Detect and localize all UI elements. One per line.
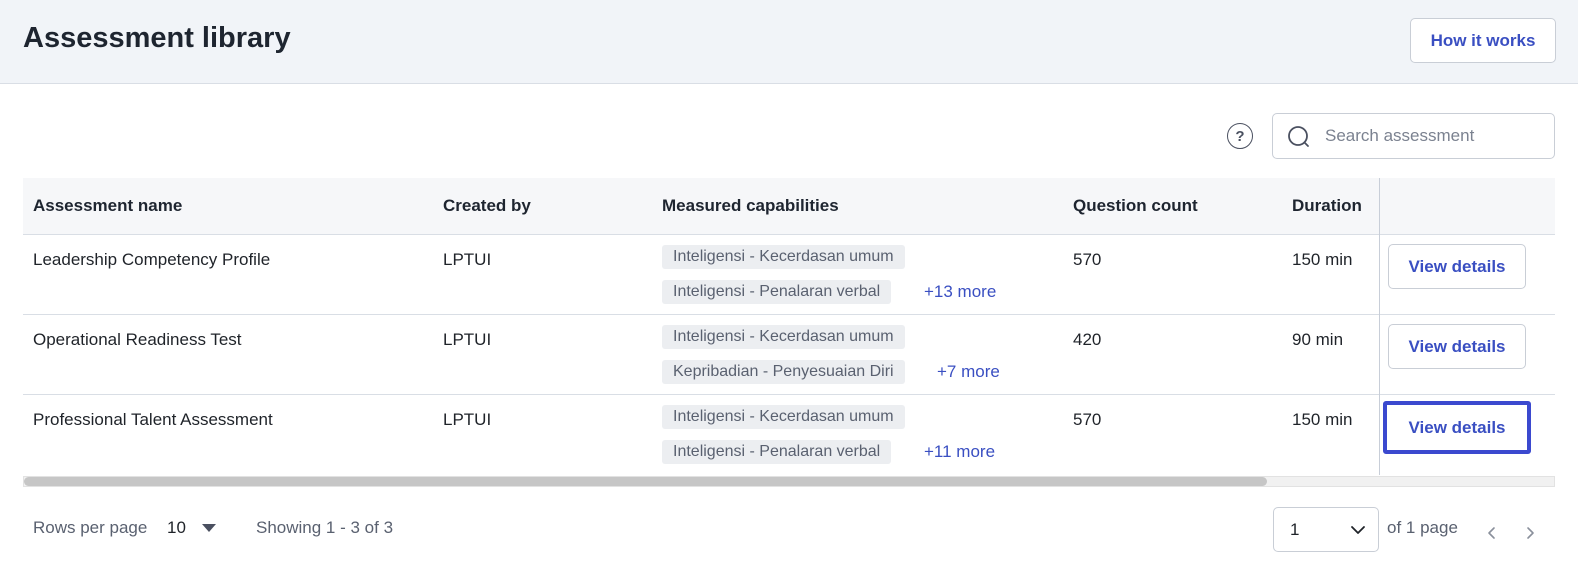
- capability-chip: Inteligensi - Kecerdasan umum: [662, 405, 905, 429]
- created-by: LPTUI: [443, 250, 492, 269]
- page-select[interactable]: 1: [1273, 507, 1379, 552]
- table-row: Leadership Competency Profile LPTUI Inte…: [23, 235, 1555, 315]
- page-select-value: 1: [1290, 520, 1300, 539]
- capability-chip: Inteligensi - Kecerdasan umum: [662, 245, 905, 269]
- chevron-down-icon: [1351, 526, 1365, 534]
- search-input[interactable]: [1325, 114, 1545, 158]
- search-icon: [1288, 126, 1309, 147]
- column-header-created-by: Created by: [443, 196, 531, 215]
- actions-column-divider: [1379, 178, 1555, 475]
- column-header-capabilities: Measured capabilities: [662, 196, 839, 215]
- column-header-name: Assessment name: [33, 196, 183, 215]
- created-by: LPTUI: [443, 410, 492, 429]
- assessment-name: Operational Readiness Test: [33, 330, 242, 349]
- table-row: Operational Readiness Test LPTUI Intelig…: [23, 315, 1555, 395]
- question-count: 420: [1073, 330, 1102, 349]
- column-header-duration: Duration: [1292, 196, 1362, 215]
- more-capabilities-link[interactable]: +11 more: [924, 442, 995, 462]
- question-count: 570: [1073, 250, 1102, 269]
- question-count: 570: [1073, 410, 1102, 429]
- table-row: Professional Talent Assessment LPTUI Int…: [23, 395, 1555, 475]
- horizontal-scrollbar[interactable]: [23, 476, 1555, 487]
- page-header: Assessment library How it works: [0, 0, 1578, 84]
- duration: 90 min: [1292, 330, 1344, 349]
- capability-chip: Inteligensi - Kecerdasan umum: [662, 325, 905, 349]
- capability-chip: Inteligensi - Penalaran verbal: [662, 440, 892, 464]
- showing-range: Showing 1 - 3 of 3: [256, 518, 394, 537]
- page-count-text: of 1 page: [1387, 518, 1458, 537]
- assessment-name: Professional Talent Assessment: [33, 410, 273, 429]
- capability-chip: Inteligensi - Penalaran verbal: [662, 280, 892, 304]
- created-by: LPTUI: [443, 330, 492, 349]
- rows-per-page-label: Rows per page: [33, 518, 148, 537]
- scrollbar-thumb[interactable]: [24, 477, 1267, 486]
- help-circle-icon[interactable]: ?: [1227, 123, 1253, 149]
- table-header: Assessment name Created by Measured capa…: [23, 178, 1555, 235]
- assessment-table: Assessment name Created by Measured capa…: [23, 178, 1555, 478]
- rows-per-page-select[interactable]: 10: [167, 518, 186, 538]
- duration: 150 min: [1292, 250, 1353, 269]
- more-capabilities-link[interactable]: +7 more: [937, 362, 1000, 382]
- column-header-question-count: Question count: [1073, 196, 1198, 215]
- capability-chip: Kepribadian - Penyesuaian Diri: [662, 360, 905, 384]
- chevron-right-icon[interactable]: [1523, 526, 1537, 540]
- chevron-left-icon[interactable]: [1485, 526, 1499, 540]
- page-title: Assessment library: [23, 22, 291, 54]
- how-it-works-button[interactable]: How it works: [1410, 18, 1556, 63]
- duration: 150 min: [1292, 410, 1353, 429]
- caret-down-icon[interactable]: [202, 524, 216, 532]
- more-capabilities-link[interactable]: +13 more: [924, 282, 996, 302]
- search-box[interactable]: [1272, 113, 1555, 159]
- assessment-name: Leadership Competency Profile: [33, 250, 271, 269]
